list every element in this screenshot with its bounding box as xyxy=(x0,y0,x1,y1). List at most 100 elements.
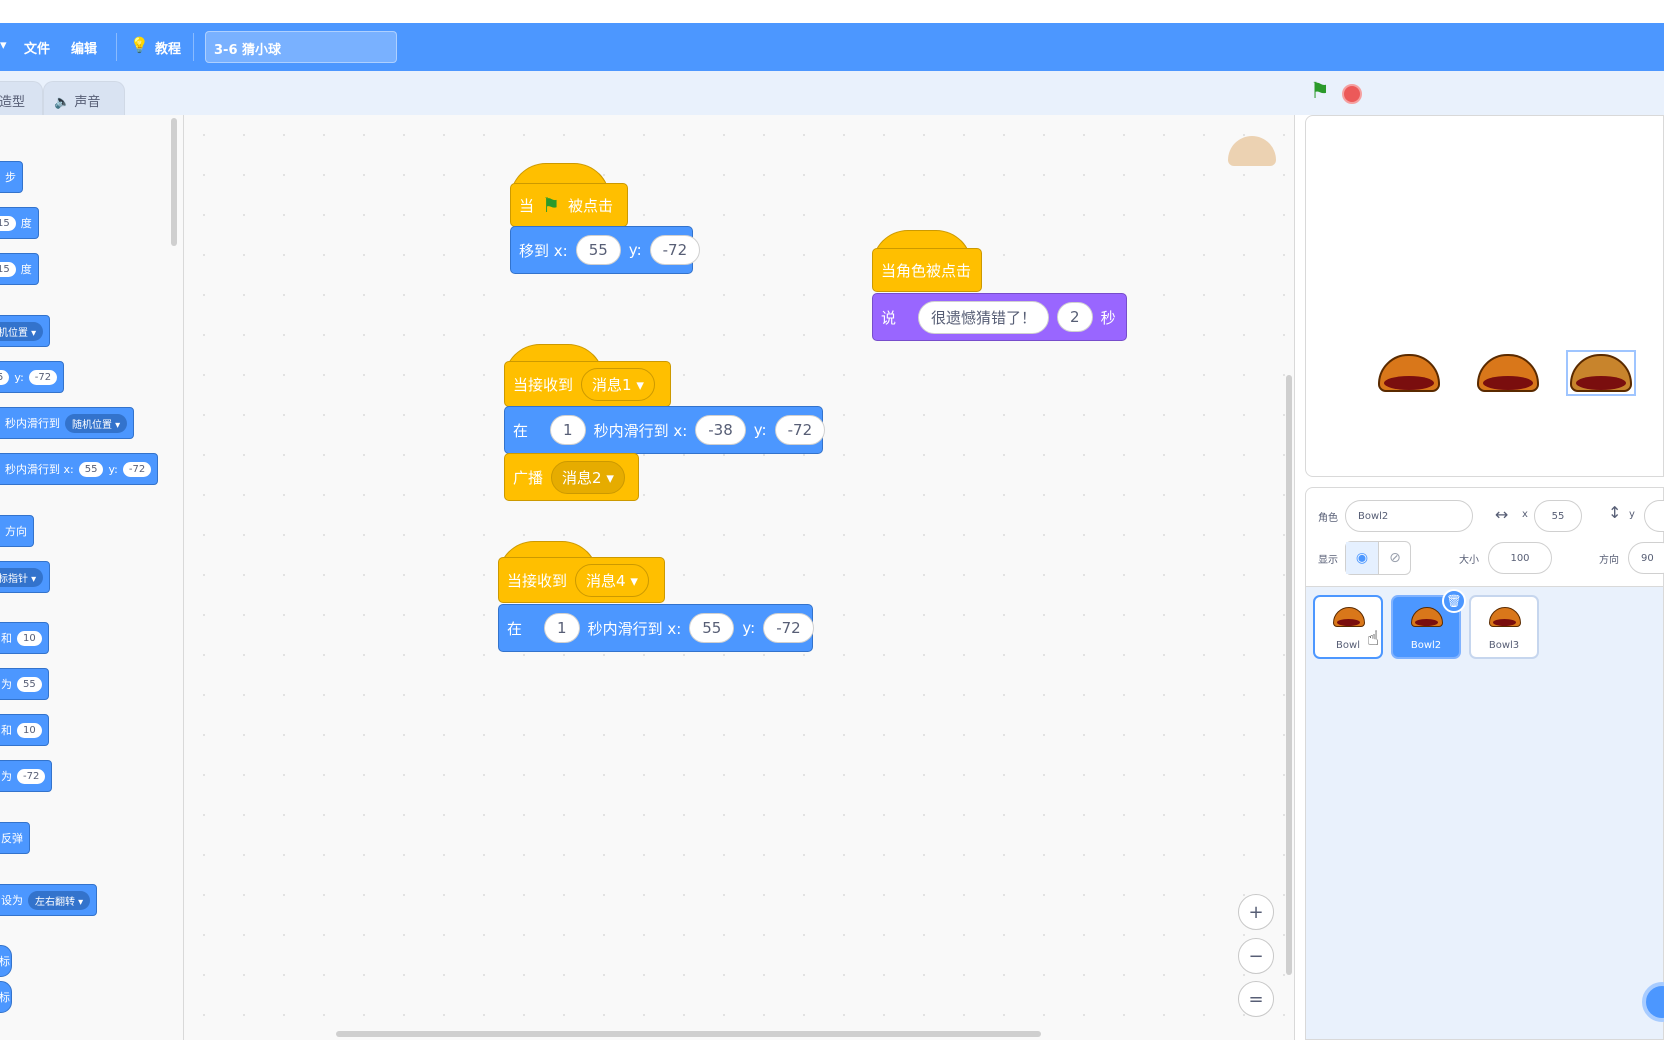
palette-goto-block[interactable]: 机位置 ▾ xyxy=(0,315,51,347)
glide-x-input[interactable]: -38 xyxy=(695,415,746,445)
palette-change-y-block[interactable]: 和 10 xyxy=(0,714,49,746)
x-label: x xyxy=(1522,509,1528,520)
goto-x-input[interactable]: 5 xyxy=(0,369,10,385)
set-x-input[interactable]: 55 xyxy=(17,676,42,692)
glide-label: 秒内滑行到 x: xyxy=(587,619,682,638)
say-secs-input[interactable]: 2 xyxy=(1057,302,1093,332)
y-input[interactable] xyxy=(1644,500,1664,532)
when-receive-msg1-block[interactable]: 当接收到 消息1 ▾ xyxy=(504,361,671,407)
palette-glide-random-block[interactable]: 秒内滑行到 随机位置 ▾ xyxy=(0,407,135,439)
palette-scrollbar[interactable] xyxy=(171,118,177,246)
green-flag-icon: ⚑ xyxy=(542,193,560,217)
tab-costumes[interactable]: 造型 xyxy=(0,81,43,115)
show-label: 显示 xyxy=(1318,555,1338,566)
turn-left-input[interactable]: 15 xyxy=(0,261,16,277)
palette-bounce-block[interactable]: 反弹 xyxy=(0,822,30,854)
glide-secs-input[interactable]: 1 xyxy=(544,613,580,643)
goto-y-input[interactable]: -72 xyxy=(649,235,701,265)
goto-dropdown[interactable]: 机位置 ▾ xyxy=(0,321,44,341)
bowl-sprite[interactable] xyxy=(1477,354,1539,392)
broadcast-block[interactable]: 广播 消息2 ▾ xyxy=(504,453,639,501)
goto-x-input[interactable]: 55 xyxy=(575,235,621,265)
goto-label: 移到 x: xyxy=(519,241,568,260)
glide-y-input[interactable]: -72 xyxy=(774,415,826,445)
zoom-out-button[interactable]: − xyxy=(1238,938,1274,974)
palette-rotation-style-block[interactable]: 设为 左右翻转 ▾ xyxy=(0,884,98,916)
goto-y-input[interactable]: -72 xyxy=(28,369,58,385)
palette-change-x-block[interactable]: 和 10 xyxy=(0,622,49,654)
eye-icon[interactable]: ◉ xyxy=(1346,542,1379,574)
set-y-label: 为 xyxy=(1,770,12,783)
palette-point-towards-block[interactable]: 标指针 ▾ xyxy=(0,561,51,593)
glide-y-input[interactable]: -72 xyxy=(763,613,814,643)
turn-right-input[interactable]: 15 xyxy=(0,215,16,231)
glide-to-xy-block[interactable]: 在 1 秒内滑行到 x: 55 y: -72 xyxy=(498,604,814,652)
palette-x-reporter[interactable]: 标 xyxy=(0,945,12,977)
y-label: y: xyxy=(753,421,767,439)
goto-xy-block[interactable]: 移到 x: 55 y: -72 xyxy=(510,226,701,274)
stage[interactable] xyxy=(1305,115,1664,477)
sprite-name-input[interactable]: Bowl2 xyxy=(1345,500,1473,532)
eye-off-icon[interactable]: ⊘ xyxy=(1379,542,1411,574)
glide-y-input[interactable]: -72 xyxy=(122,461,152,477)
tab-sounds[interactable]: 🔈 声音 xyxy=(43,81,125,115)
workspace-horizontal-scrollbar[interactable] xyxy=(336,1031,1041,1037)
tutorials-menu[interactable]: 教程 xyxy=(155,38,181,57)
menu-divider xyxy=(193,33,194,61)
palette-goto-xy-block[interactable]: 5 y: -72 xyxy=(0,361,65,393)
bowl-sprite[interactable] xyxy=(1566,350,1636,396)
trash-icon[interactable]: 🗑 xyxy=(1442,589,1466,613)
palette-set-y-block[interactable]: 为 -72 xyxy=(0,760,53,792)
glide-dropdown[interactable]: 随机位置 ▾ xyxy=(65,413,128,433)
when-sprite-clicked-block[interactable]: 当角色被点击 xyxy=(872,248,982,292)
point-towards-dropdown[interactable]: 标指针 ▾ xyxy=(0,567,44,587)
y-label: y: xyxy=(108,462,118,476)
set-y-input[interactable]: -72 xyxy=(17,768,46,784)
direction-input[interactable]: 90 xyxy=(1628,542,1664,574)
message-dropdown[interactable]: 消息1 ▾ xyxy=(581,367,655,401)
zoom-reset-button[interactable]: = xyxy=(1238,981,1274,1017)
when-flag-clicked-block[interactable]: 当 ⚑ 被点击 xyxy=(510,183,628,227)
palette-y-reporter[interactable]: 标 xyxy=(0,981,12,1013)
glide-to-xy-block[interactable]: 在 1 秒内滑行到 x: -38 y: -72 xyxy=(504,406,826,454)
palette-glide-xy-block[interactable]: 秒内滑行到 x: 55 y: -72 xyxy=(0,453,159,485)
palette-turn-right-block[interactable]: 15 度 xyxy=(0,207,39,239)
when-receive-msg4-block[interactable]: 当接收到 消息4 ▾ xyxy=(498,557,665,603)
palette-point-direction-block[interactable]: 方向 xyxy=(0,515,34,547)
palette-set-x-block[interactable]: 为 55 xyxy=(0,668,49,700)
palette-turn-left-block[interactable]: 15 度 xyxy=(0,253,39,285)
bowl-sprite[interactable] xyxy=(1378,354,1440,392)
secs-unit-label: 秒 xyxy=(1100,308,1116,327)
goto-dropdown-label: 机位置 xyxy=(0,327,28,339)
degree-label: 度 xyxy=(20,217,32,230)
say-message-input[interactable]: 很遗憾猜错了！ xyxy=(918,300,1050,334)
file-menu[interactable]: 文件 xyxy=(24,38,50,57)
glide-x-input[interactable]: 55 xyxy=(78,461,104,477)
sprite-thumb-label: Bowl3 xyxy=(1488,640,1520,651)
change-x-input[interactable]: 10 xyxy=(17,630,42,646)
x-input[interactable]: 55 xyxy=(1534,500,1582,532)
code-workspace[interactable] xyxy=(184,115,1295,1040)
broadcast-label: 广播 xyxy=(513,468,544,487)
say-for-secs-block[interactable]: 说 很遗憾猜错了！ 2 秒 xyxy=(872,293,1127,341)
broadcast-dropdown[interactable]: 消息2 ▾ xyxy=(551,460,625,494)
project-title-input[interactable]: 3-6 猜小球 xyxy=(205,31,397,63)
workspace-vertical-scrollbar[interactable] xyxy=(1286,375,1292,975)
glide-secs-input[interactable]: 1 xyxy=(550,415,586,445)
edit-menu[interactable]: 编辑 xyxy=(71,38,97,57)
bounce-label: 反弹 xyxy=(1,832,23,845)
green-flag-icon[interactable]: ⚑ xyxy=(1310,79,1330,104)
rotation-label: 设为 xyxy=(1,894,23,907)
zoom-in-button[interactable]: + xyxy=(1238,894,1274,930)
sprite-thumb-bowl3[interactable]: Bowl3 xyxy=(1469,595,1539,659)
change-y-input[interactable]: 10 xyxy=(17,722,42,738)
rotation-dropdown[interactable]: 左右翻转 ▾ xyxy=(28,890,91,910)
size-input[interactable]: 100 xyxy=(1488,542,1552,574)
y-label: y: xyxy=(14,370,24,384)
palette-move-block[interactable]: 步 xyxy=(0,161,23,193)
lightbulb-icon[interactable]: 💡 xyxy=(130,36,149,54)
glide-x-input[interactable]: 55 xyxy=(689,613,735,643)
chevron-down-icon[interactable]: ▾ xyxy=(0,38,7,53)
message-dropdown[interactable]: 消息4 ▾ xyxy=(575,563,649,597)
stop-icon[interactable] xyxy=(1342,84,1362,104)
